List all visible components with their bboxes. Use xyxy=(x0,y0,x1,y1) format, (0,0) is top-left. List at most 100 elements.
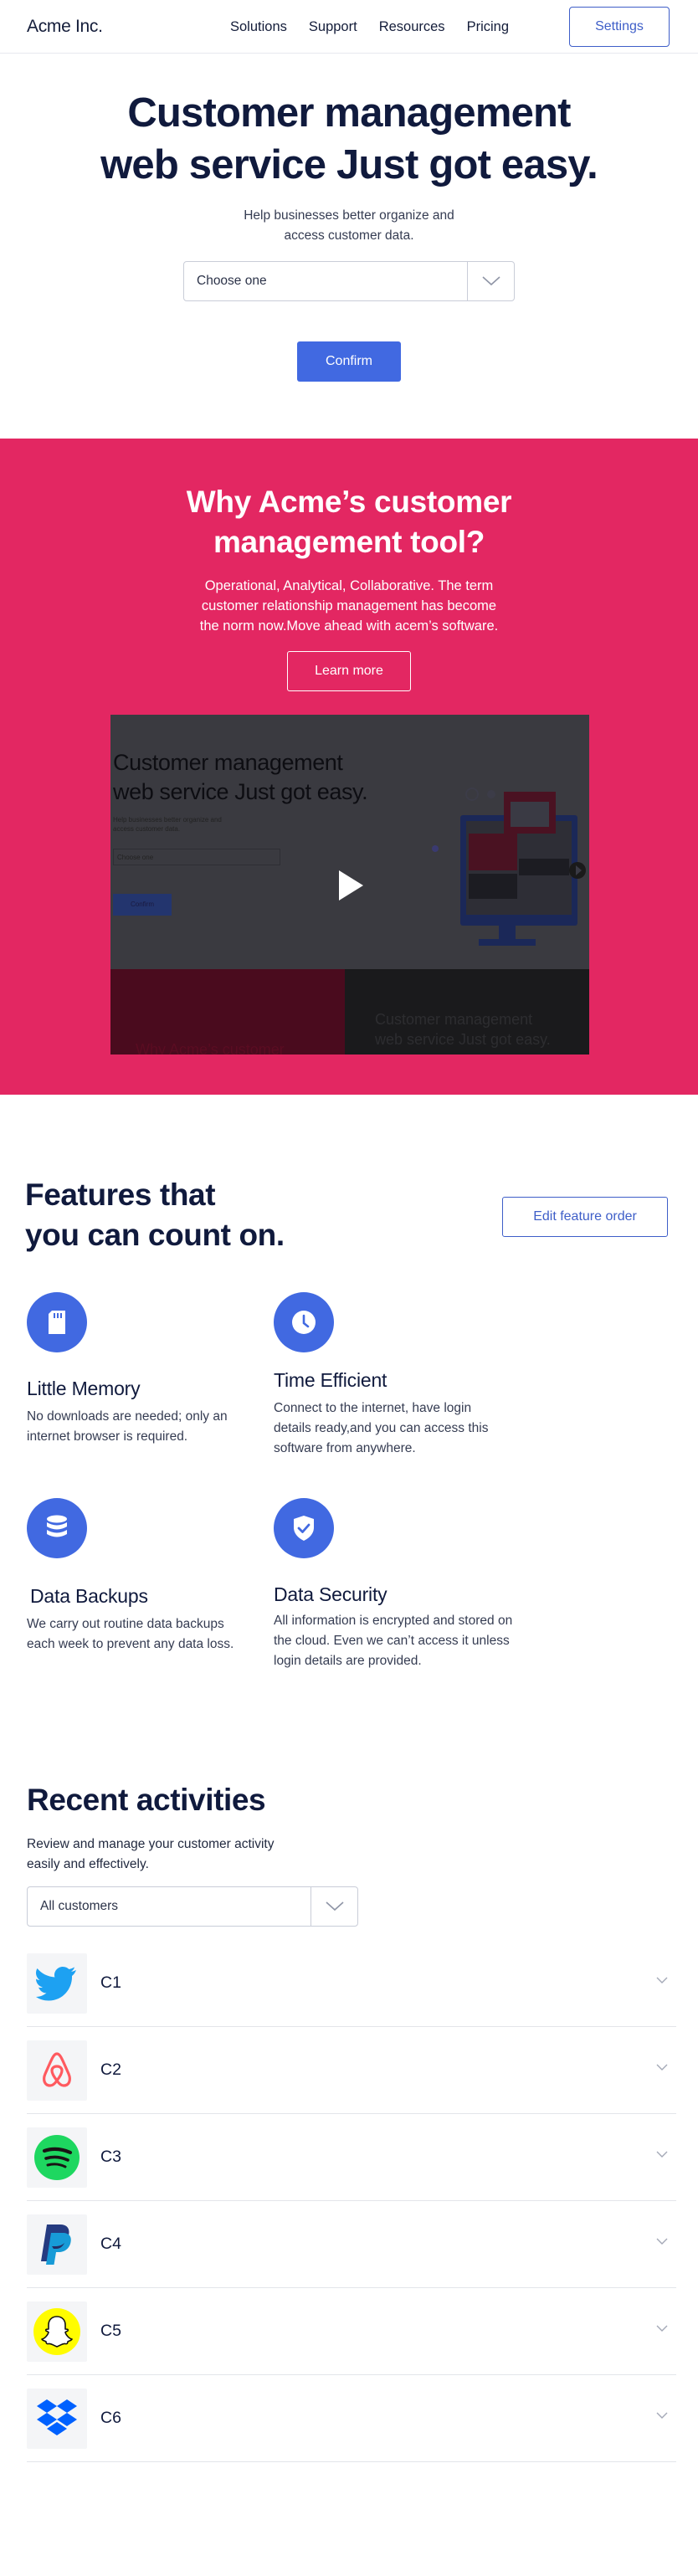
why-title-line2: management tool? xyxy=(213,525,485,559)
chevron-down-icon xyxy=(481,276,500,286)
hero-subtitle-line2: access customer data. xyxy=(284,228,414,243)
features-title-line2: you can count on. xyxy=(25,1218,285,1252)
nav-links: Solutions Support Resources Pricing xyxy=(230,0,509,54)
chevron-down-icon[interactable] xyxy=(656,2238,668,2245)
feature-title: Little Memory xyxy=(27,1378,141,1399)
page: Acme Inc. Solutions Support Resources Pr… xyxy=(0,0,698,2576)
hero-section: Customer management web service Just got… xyxy=(0,54,698,439)
twitter-logo-icon xyxy=(27,1953,87,2014)
nav-link-support[interactable]: Support xyxy=(309,19,357,35)
recent-activities-section: Recent activities Review and manage your… xyxy=(0,1739,698,2576)
video-bottom-right-line2: web service Just got easy. xyxy=(375,1031,551,1048)
top-nav: Acme Inc. Solutions Support Resources Pr… xyxy=(0,0,698,54)
feature-little-memory: Little Memory No downloads are needed; o… xyxy=(27,1292,261,1447)
shield-check-icon xyxy=(274,1498,334,1558)
settings-button[interactable]: Settings xyxy=(569,7,670,47)
airbnb-logo-icon xyxy=(27,2040,87,2101)
hero-select-arrow[interactable] xyxy=(467,262,514,300)
customer-name: C1 xyxy=(100,1973,121,1992)
why-text-line1: Operational, Analytical, Collaborative. … xyxy=(204,578,494,593)
customer-filter-arrow[interactable] xyxy=(311,1887,357,1926)
play-icon[interactable] xyxy=(336,869,365,902)
feature-desc: Connect to the internet, have login deta… xyxy=(274,1398,508,1459)
why-section: Why Acme’s customer management tool? Ope… xyxy=(0,439,698,1095)
nav-link-resources[interactable]: Resources xyxy=(379,19,445,35)
hero-subtitle: Help businesses better organize and acce… xyxy=(0,206,698,246)
snapchat-logo-icon xyxy=(27,2301,87,2362)
feature-desc-line2: internet browser is required. xyxy=(27,1429,188,1444)
feature-desc-line1: No downloads are needed; only an xyxy=(27,1409,228,1424)
customer-filter-value: All customers xyxy=(40,1899,119,1913)
feature-desc-line2: each week to prevent any data loss. xyxy=(27,1637,234,1651)
features-title: Features that you can count on. xyxy=(25,1175,285,1255)
video-select: Choose one xyxy=(113,849,280,865)
dropbox-logo-icon xyxy=(27,2388,87,2449)
chevron-down-icon[interactable] xyxy=(656,2412,668,2419)
video-bottom-right-text: Customer management web service Just got… xyxy=(375,1009,551,1049)
hero-title-line1: Customer management xyxy=(127,90,571,136)
why-text-line2: customer relationship management has bec… xyxy=(201,598,497,613)
customer-name: C6 xyxy=(100,2409,121,2427)
chevron-down-icon[interactable] xyxy=(656,2325,668,2332)
feature-desc: All information is encrypted and stored … xyxy=(274,1611,550,1671)
feature-desc-line3: software from anywhere. xyxy=(274,1441,416,1455)
video-headline-line2: web service Just got easy. xyxy=(113,779,368,804)
database-icon xyxy=(27,1498,87,1558)
customer-row-c3[interactable]: C3 xyxy=(27,2114,676,2201)
customer-name: C5 xyxy=(100,2322,121,2340)
chevron-down-icon[interactable] xyxy=(656,1977,668,1984)
paypal-logo-icon xyxy=(27,2214,87,2275)
nav-link-solutions[interactable]: Solutions xyxy=(230,19,287,35)
recent-description: Review and manage your customer activity… xyxy=(27,1835,275,1875)
feature-title: Data Security xyxy=(274,1583,387,1605)
video-headline: Customer management web service Just got… xyxy=(113,748,368,807)
feature-desc-line1: We carry out routine data backups xyxy=(27,1617,224,1631)
recent-desc-line1: Review and manage your customer activity xyxy=(27,1837,275,1851)
customer-row-c1[interactable]: C1 xyxy=(27,1940,676,2027)
chevron-down-icon[interactable] xyxy=(656,2151,668,2158)
why-text: Operational, Analytical, Collaborative. … xyxy=(0,576,698,636)
video-confirm: Confirm xyxy=(113,894,172,916)
hero-subtitle-line1: Help businesses better organize and xyxy=(244,208,454,223)
why-title-line1: Why Acme’s customer xyxy=(186,485,512,519)
customer-name: C3 xyxy=(100,2148,121,2166)
customer-row-c4[interactable]: C4 xyxy=(27,2201,676,2288)
video-player[interactable]: Customer management web service Just got… xyxy=(110,715,589,1055)
feature-title: Data Backups xyxy=(30,1585,148,1607)
feature-desc: We carry out routine data backups each w… xyxy=(27,1614,261,1655)
video-subtext: Help businesses better organize and acce… xyxy=(113,815,222,834)
feature-desc-line2: the cloud. Even we can’t access it unles… xyxy=(274,1634,510,1648)
feature-desc-line1: All information is encrypted and stored … xyxy=(274,1614,513,1628)
features-section: Features that you can count on. Edit fea… xyxy=(0,1095,698,1739)
confirm-button[interactable]: Confirm xyxy=(297,341,401,382)
brand-logo[interactable]: Acme Inc. xyxy=(27,17,103,37)
learn-more-button[interactable]: Learn more xyxy=(287,651,411,691)
sd-card-icon xyxy=(27,1292,87,1352)
video-bottom-left-text: Why Acme’s customer xyxy=(136,1041,285,1055)
video-headline-line1: Customer management xyxy=(113,750,343,775)
hero-select-dropdown[interactable]: Choose one xyxy=(183,261,515,301)
feature-title: Time Efficient xyxy=(274,1369,387,1391)
chevron-down-icon xyxy=(325,1901,344,1911)
monitor-illustration xyxy=(432,788,586,946)
why-title: Why Acme’s customer management tool? xyxy=(0,482,698,562)
feature-desc-line3: login details are provided. xyxy=(274,1654,422,1668)
why-text-line3: the norm now.Move ahead with acem’s soft… xyxy=(199,618,499,634)
nav-link-pricing[interactable]: Pricing xyxy=(467,19,509,35)
feature-desc-line1: Connect to the internet, have login xyxy=(274,1401,472,1415)
feature-desc: No downloads are needed; only an interne… xyxy=(27,1407,261,1447)
clock-icon xyxy=(274,1292,334,1352)
customer-row-c2[interactable]: C2 xyxy=(27,2027,676,2114)
customer-name: C2 xyxy=(100,2060,121,2079)
video-subtext-line2: access customer data. xyxy=(113,825,181,833)
edit-feature-order-button[interactable]: Edit feature order xyxy=(502,1197,668,1237)
feature-data-backups: Data Backups We carry out routine data b… xyxy=(27,1498,261,1655)
video-subtext-line1: Help businesses better organize and xyxy=(113,816,222,824)
customer-row-c6[interactable]: C6 xyxy=(27,2375,676,2462)
customer-row-c5[interactable]: C5 xyxy=(27,2288,676,2375)
chevron-down-icon[interactable] xyxy=(656,2064,668,2071)
recent-desc-line2: easily and effectively. xyxy=(27,1857,149,1871)
customer-filter-dropdown[interactable]: All customers xyxy=(27,1886,358,1927)
features-title-line1: Features that xyxy=(25,1178,216,1212)
feature-desc-line2: details ready,and you can access this xyxy=(274,1421,489,1435)
